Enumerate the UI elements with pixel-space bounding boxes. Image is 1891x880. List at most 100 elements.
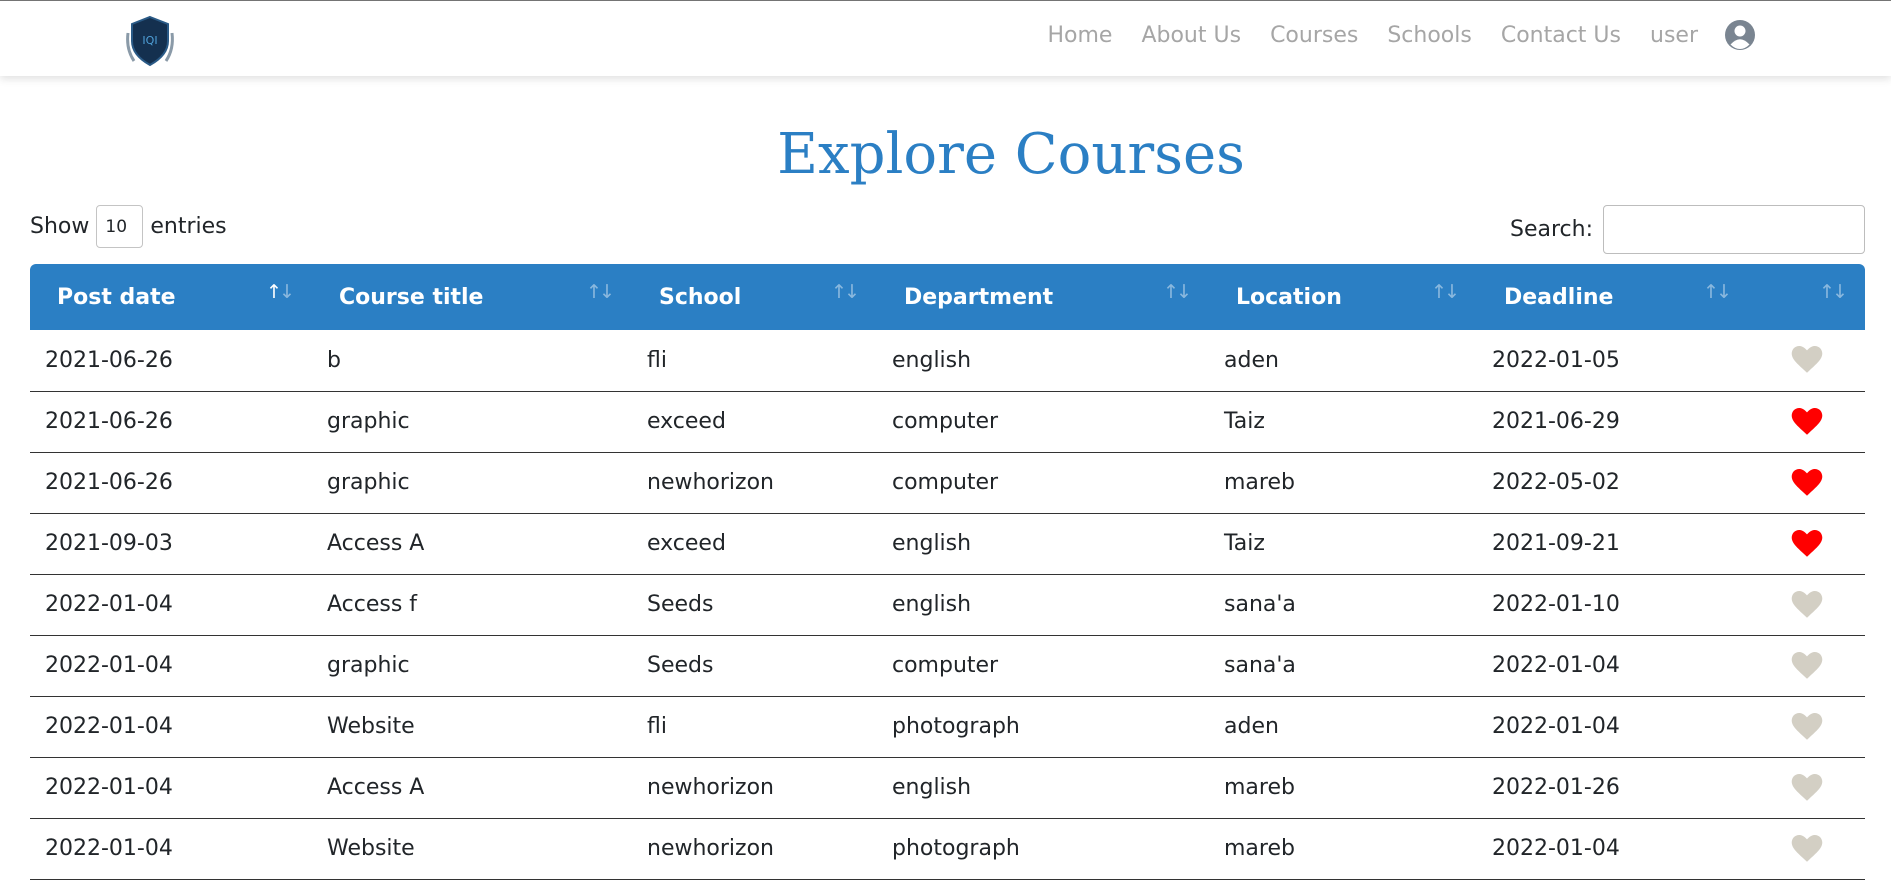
cell-course-title: graphic [312, 452, 632, 514]
heart-icon[interactable] [1791, 712, 1823, 741]
courses-table-wrapper: Post date ↑↓ Course title ↑↓ School ↑↓ Depa… [30, 264, 1865, 880]
table-body: 2021-06-26 b fli english aden 2022-01-05… [30, 330, 1865, 880]
cell-location: Taiz [1209, 513, 1477, 575]
nav-contact-us[interactable]: Contact Us [1501, 23, 1621, 48]
header-favorite[interactable]: ↑↓ [1749, 264, 1865, 330]
cell-department: photograph [877, 696, 1209, 758]
cell-school: exceed [632, 391, 877, 453]
entries-length-select[interactable]: 10 [96, 205, 144, 248]
show-label: Show [30, 214, 90, 239]
heart-icon[interactable] [1791, 651, 1823, 680]
search-input[interactable] [1603, 205, 1865, 254]
shield-logo-icon[interactable]: IQI [120, 11, 180, 71]
cell-school: newhorizon [632, 757, 877, 819]
heart-icon[interactable] [1791, 468, 1823, 497]
cell-post-date: 2022-01-04 [30, 574, 312, 636]
cell-location: mareb [1209, 757, 1477, 819]
cell-location: aden [1209, 330, 1477, 392]
cell-favorite [1749, 696, 1865, 758]
heart-icon[interactable] [1791, 407, 1823, 436]
header-post-date[interactable]: Post date ↑↓ [30, 264, 312, 330]
cell-course-title: b [312, 330, 632, 392]
cell-department: computer [877, 635, 1209, 697]
table-row: 2021-06-26 graphic exceed computer Taiz … [30, 391, 1865, 453]
cell-department: english [877, 513, 1209, 575]
cell-department: english [877, 574, 1209, 636]
header-label: Deadline [1504, 284, 1614, 310]
table-row: 2022-01-04 Access f Seeds english sana'a… [30, 574, 1865, 636]
header-course-title[interactable]: Course title ↑↓ [312, 264, 632, 330]
cell-deadline: 2022-01-04 [1477, 635, 1749, 697]
header-department[interactable]: Department ↑↓ [877, 264, 1209, 330]
navbar: IQI Home About Us Courses Schools Contac… [0, 1, 1891, 76]
cell-post-date: 2022-01-04 [30, 635, 312, 697]
cell-post-date: 2021-06-26 [30, 391, 312, 453]
cell-favorite [1749, 513, 1865, 575]
nav-courses[interactable]: Courses [1270, 23, 1358, 48]
sort-arrows-icon: ↑↓ [586, 281, 615, 303]
cell-post-date: 2021-09-03 [30, 513, 312, 575]
table-header-row: Post date ↑↓ Course title ↑↓ School ↑↓ Depa… [30, 264, 1865, 330]
cell-deadline: 2021-09-21 [1477, 513, 1749, 575]
cell-post-date: 2021-06-26 [30, 330, 312, 392]
header-location[interactable]: Location ↑↓ [1209, 264, 1477, 330]
user-circle-icon[interactable] [1724, 19, 1756, 51]
cell-location: sana'a [1209, 635, 1477, 697]
cell-deadline: 2022-05-02 [1477, 452, 1749, 514]
cell-school: exceed [632, 513, 877, 575]
nav-about-us[interactable]: About Us [1141, 23, 1241, 48]
header-label: Location [1236, 284, 1342, 310]
cell-deadline: 2022-01-04 [1477, 696, 1749, 758]
cell-post-date: 2022-01-04 [30, 696, 312, 758]
sort-arrows-icon: ↑↓ [1819, 281, 1848, 303]
cell-location: sana'a [1209, 574, 1477, 636]
nav-schools[interactable]: Schools [1387, 23, 1472, 48]
cell-course-title: Access f [312, 574, 632, 636]
cell-location: Taiz [1209, 391, 1477, 453]
table-row: 2021-06-26 b fli english aden 2022-01-05 [30, 330, 1865, 392]
table-row: 2022-01-04 Website fli photograph aden 2… [30, 696, 1865, 758]
cell-deadline: 2022-01-26 [1477, 757, 1749, 819]
cell-school: Seeds [632, 574, 877, 636]
table-row: 2022-01-04 graphic Seeds computer sana'a… [30, 635, 1865, 697]
cell-department: computer [877, 452, 1209, 514]
cell-favorite [1749, 452, 1865, 514]
cell-course-title: graphic [312, 391, 632, 453]
show-entries-control: Show 10 entries [30, 205, 227, 248]
heart-icon[interactable] [1791, 346, 1823, 374]
cell-school: fli [632, 330, 877, 392]
cell-school: fli [632, 696, 877, 758]
courses-table: Post date ↑↓ Course title ↑↓ School ↑↓ Depa… [30, 264, 1865, 880]
nav-user[interactable]: user [1650, 23, 1698, 48]
header-deadline[interactable]: Deadline ↑↓ [1477, 264, 1749, 330]
cell-favorite [1749, 635, 1865, 697]
cell-deadline: 2022-01-05 [1477, 330, 1749, 392]
cell-favorite [1749, 391, 1865, 453]
cell-deadline: 2021-06-29 [1477, 391, 1749, 453]
cell-post-date: 2021-06-26 [30, 452, 312, 514]
sort-arrows-icon: ↑↓ [266, 281, 295, 303]
cell-department: english [877, 757, 1209, 819]
heart-icon[interactable] [1791, 529, 1823, 558]
sort-arrows-icon: ↑↓ [1431, 281, 1460, 303]
header-label: School [659, 284, 742, 310]
cell-course-title: Access A [312, 513, 632, 575]
search-area: Search: [1510, 205, 1865, 254]
cell-school: newhorizon [632, 452, 877, 514]
page-title: Explore Courses [777, 122, 1245, 187]
cell-location: aden [1209, 696, 1477, 758]
cell-post-date: 2022-01-04 [30, 757, 312, 819]
nav-home[interactable]: Home [1047, 23, 1112, 48]
cell-favorite [1749, 574, 1865, 636]
cell-course-title: Website [312, 696, 632, 758]
heart-icon[interactable] [1791, 590, 1823, 619]
cell-school: Seeds [632, 635, 877, 697]
cell-course-title: graphic [312, 635, 632, 697]
svg-text:IQI: IQI [142, 34, 157, 47]
cell-location: mareb [1209, 452, 1477, 514]
header-label: Post date [57, 284, 176, 310]
sort-arrows-icon: ↑↓ [1703, 281, 1732, 303]
header-school[interactable]: School ↑↓ [632, 264, 877, 330]
nav-links: Home About Us Courses Schools Contact Us… [1018, 19, 1756, 51]
heart-icon[interactable] [1791, 773, 1823, 802]
